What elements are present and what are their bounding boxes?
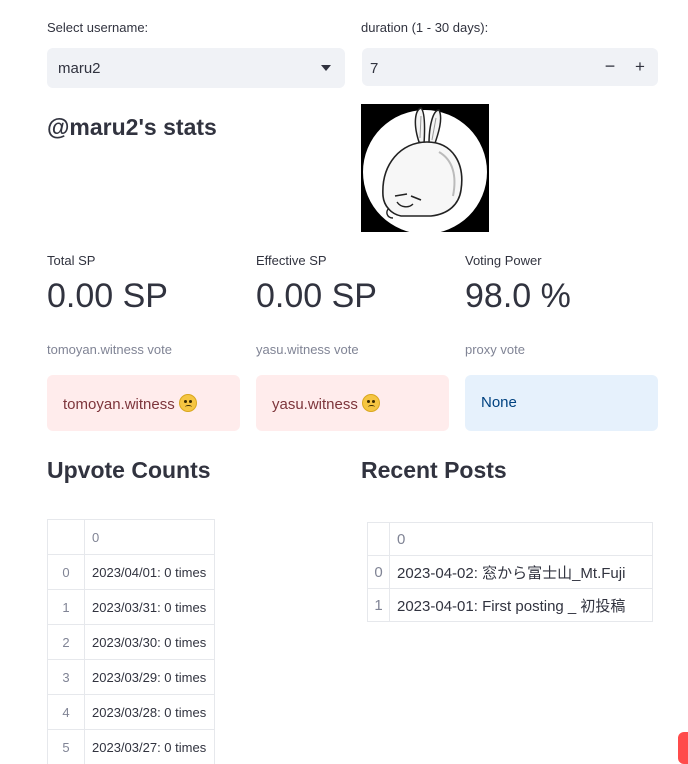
proxy-vote-label: proxy vote (465, 342, 525, 357)
yasu-witness-vote-label: yasu.witness vote (256, 342, 359, 357)
row-index: 1 (47, 589, 85, 625)
column-header[interactable]: 0 (389, 522, 653, 556)
table-cell[interactable]: 2023/03/27: 0 times (84, 729, 215, 764)
status-widget-tab[interactable] (678, 732, 688, 764)
table-cell[interactable]: 2023/03/29: 0 times (84, 659, 215, 695)
upvote-counts-table[interactable]: 0 0 2023/04/01: 0 times 1 2023/03/31: 0 … (47, 519, 215, 764)
recent-posts-title: Recent Posts (361, 457, 507, 483)
recent-posts-table[interactable]: 0 0 2023-04-02: 窓から富士山_Mt.Fuji 1 2023-04… (367, 522, 653, 622)
table-row: 1 2023/03/31: 0 times (47, 589, 215, 625)
table-cell[interactable]: 2023/03/31: 0 times (84, 589, 215, 625)
username-label: Select username: (47, 20, 149, 35)
decrement-button[interactable]: − (598, 56, 622, 78)
username-select[interactable]: maru2 (47, 48, 345, 88)
table-row: 0 2023/04/01: 0 times (47, 554, 215, 590)
tomoyan-witness-vote-alert: tomoyan.witness (47, 375, 240, 431)
duration-number-input[interactable]: 7 − + (362, 48, 658, 86)
row-index: 3 (47, 659, 85, 695)
row-index: 0 (367, 555, 390, 589)
row-index: 4 (47, 694, 85, 730)
increment-button[interactable]: + (628, 56, 652, 78)
total-sp-label: Total SP (47, 253, 96, 268)
username-select-value: maru2 (58, 60, 101, 77)
yasu-witness-vote-alert: yasu.witness (256, 375, 449, 431)
table-cell[interactable]: 2023-04-02: 窓から富士山_Mt.Fuji (389, 555, 653, 589)
row-index: 0 (47, 554, 85, 590)
table-row: 5 2023/03/27: 0 times (47, 729, 215, 764)
effective-sp-value: 0.00 SP (256, 277, 377, 315)
table-row: 0 2023-04-02: 窓から富士山_Mt.Fuji (367, 555, 653, 589)
worried-face-icon (361, 394, 380, 412)
table-header-row: 0 (47, 519, 215, 555)
duration-value[interactable]: 7 (370, 60, 378, 77)
table-row: 1 2023-04-01: First posting _ 初投稿 (367, 588, 653, 622)
duration-label: duration (1 - 30 days): (361, 20, 489, 35)
voting-power-label: Voting Power (465, 253, 542, 268)
row-index: 2 (47, 624, 85, 660)
yasu-witness-vote-text: yasu.witness (272, 396, 358, 413)
worried-face-icon (178, 394, 197, 412)
rabbit-avatar-image (361, 104, 489, 232)
table-cell[interactable]: 2023-04-01: First posting _ 初投稿 (389, 588, 653, 622)
index-header-cell (47, 519, 85, 555)
table-row: 2 2023/03/30: 0 times (47, 624, 215, 660)
total-sp-value: 0.00 SP (47, 277, 168, 315)
effective-sp-label: Effective SP (256, 253, 327, 268)
row-index: 1 (367, 588, 390, 622)
row-index: 5 (47, 729, 85, 764)
chevron-down-icon[interactable] (321, 65, 331, 71)
table-cell[interactable]: 2023/03/30: 0 times (84, 624, 215, 660)
table-row: 4 2023/03/28: 0 times (47, 694, 215, 730)
tomoyan-witness-vote-label: tomoyan.witness vote (47, 342, 173, 357)
table-cell[interactable]: 2023/04/01: 0 times (84, 554, 215, 590)
table-header-row: 0 (367, 522, 653, 556)
index-header-cell (367, 522, 390, 556)
table-cell[interactable]: 2023/03/28: 0 times (84, 694, 215, 730)
column-header[interactable]: 0 (84, 519, 215, 555)
avatar (361, 104, 489, 232)
upvote-counts-title: Upvote Counts (47, 457, 211, 483)
stats-title: @maru2's stats (47, 114, 217, 140)
proxy-vote-alert: None (465, 375, 658, 431)
tomoyan-witness-vote-text: tomoyan.witness (63, 396, 175, 413)
proxy-vote-text: None (481, 394, 517, 411)
table-row: 3 2023/03/29: 0 times (47, 659, 215, 695)
voting-power-value: 98.0 % (465, 277, 571, 315)
